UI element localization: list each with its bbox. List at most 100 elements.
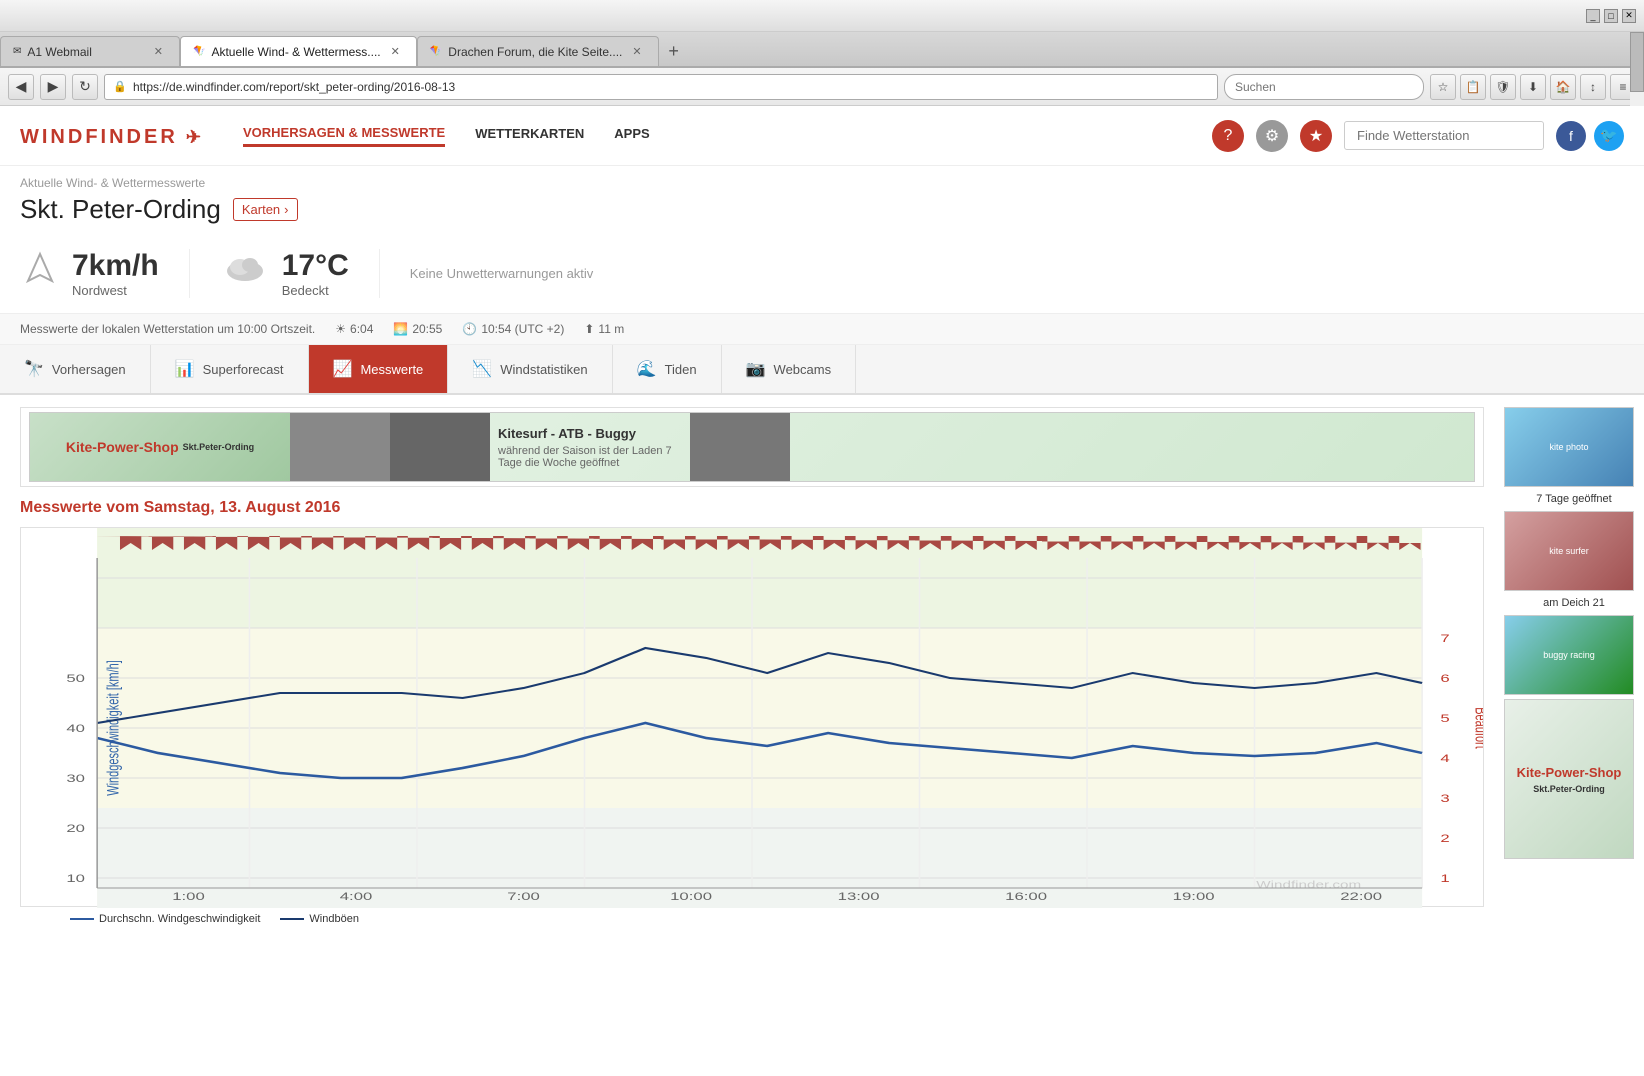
svg-text:10:00: 10:00 — [670, 891, 712, 903]
chart-legend: Durchschn. Windgeschwindigkeit Windböen — [20, 907, 1484, 925]
tab-tiden-label: Tiden — [665, 362, 697, 377]
weather-main: 7km/h Nordwest 17°C Bedeckt — [0, 233, 1644, 314]
tab-superforecast[interactable]: 📊 Superforecast — [151, 345, 309, 393]
sidebar-ad-4: Kite-Power-Shop Skt.Peter-Ording — [1504, 699, 1634, 859]
ad-sub: während der Saison ist der Laden 7 Tage … — [498, 445, 682, 469]
chart-title: Messwerte vom Samstag, 13. August 2016 — [20, 499, 1484, 517]
svg-text:Windgeschwindigkeit [km/h]: Windgeschwindigkeit [km/h] — [104, 660, 123, 796]
svg-text:50: 50 — [66, 673, 85, 685]
page-title: Skt. Peter-Ording — [20, 194, 221, 225]
legend-gusts-line — [280, 918, 304, 920]
svg-text:19:00: 19:00 — [1173, 891, 1215, 903]
scrollbar-thumb[interactable] — [1630, 32, 1644, 92]
tab-webcams-label: Webcams — [774, 362, 832, 377]
nav-vorhersagen[interactable]: VORHERSAGEN & MESSWERTE — [243, 125, 445, 147]
tab-windstatistiken[interactable]: 📉 Windstatistiken — [448, 345, 612, 393]
temperature: 17°C — [282, 249, 349, 283]
tab-favicon-3: 🪁 — [430, 46, 442, 57]
ad-shop-logo: Kite-Power-Shop — [66, 439, 179, 455]
svg-text:16:00: 16:00 — [1005, 891, 1047, 903]
tab-close-1[interactable]: ✕ — [150, 43, 167, 60]
close-btn[interactable]: ✕ — [1622, 9, 1636, 23]
sidebar-caption-2: am Deich 21 — [1504, 595, 1644, 611]
svg-text:1:00: 1:00 — [172, 891, 205, 903]
sidebar-ad-3: buggy racing — [1504, 615, 1634, 695]
tab-bar: ✉ A1 Webmail ✕ 🪁 Aktuelle Wind- & Wetter… — [0, 32, 1644, 68]
main-content: Kite-Power-Shop Skt.Peter-Ording Kitesur… — [0, 395, 1644, 945]
svg-text:40: 40 — [66, 723, 85, 735]
star-btn[interactable]: ☆ — [1430, 74, 1456, 100]
back-btn[interactable]: ◀ — [8, 74, 34, 100]
legend-avg: Durchschn. Windgeschwindigkeit — [70, 913, 260, 925]
ad-title: Kitesurf - ATB - Buggy — [498, 426, 682, 441]
tab-close-3[interactable]: ✕ — [628, 43, 645, 60]
favorites-btn[interactable]: ★ — [1300, 120, 1332, 152]
minimize-btn[interactable]: _ — [1586, 9, 1600, 23]
maximize-btn[interactable]: □ — [1604, 9, 1618, 23]
legend-avg-label: Durchschn. Windgeschwindigkeit — [99, 913, 260, 925]
tab-superforecast-label: Superforecast — [203, 362, 284, 377]
main-nav: VORHERSAGEN & MESSWERTE WETTERKARTEN APP… — [243, 125, 650, 147]
browser-tab-3[interactable]: 🪁 Drachen Forum, die Kite Seite.... ✕ — [417, 36, 659, 66]
address-bar[interactable]: 🔒 https://de.windfinder.com/report/skt_p… — [104, 74, 1218, 100]
tab-close-2[interactable]: ✕ — [387, 43, 404, 60]
sunrise-item: ☀ 6:04 — [335, 322, 373, 336]
refresh-btn[interactable]: ↻ — [72, 74, 98, 100]
bookmark-btn[interactable]: 📋 — [1460, 74, 1486, 100]
tab-tiden[interactable]: 🌊 Tiden — [613, 345, 722, 393]
tab-messwerte[interactable]: 📈 Messwerte — [309, 345, 449, 393]
svg-text:1: 1 — [1440, 873, 1449, 885]
condition: Bedeckt — [282, 283, 349, 298]
header-right: ? ⚙ ★ f 🐦 — [1212, 120, 1624, 152]
sunset-icon: 🌅 — [393, 322, 408, 336]
messwerte-icon: 📈 — [333, 359, 353, 379]
svg-text:7: 7 — [1440, 633, 1449, 645]
browser-tab-1[interactable]: ✉ A1 Webmail ✕ — [0, 36, 180, 66]
sunrise-time: 6:04 — [350, 322, 373, 336]
site-logo[interactable]: WINDFINDER ✈ — [20, 123, 203, 149]
tab-title-3: Drachen Forum, die Kite Seite.... — [448, 45, 622, 59]
home-btn[interactable]: 🏠 — [1550, 74, 1576, 100]
facebook-btn[interactable]: f — [1556, 121, 1586, 151]
nav-wetterkarten[interactable]: WETTERKARTEN — [475, 126, 584, 145]
help-btn[interactable]: ? — [1212, 120, 1244, 152]
forward-btn[interactable]: ▶ — [40, 74, 66, 100]
maps-link[interactable]: Karten › — [233, 198, 298, 221]
sunset-item: 🌅 20:55 — [393, 322, 442, 336]
browser-search-input[interactable] — [1224, 74, 1424, 100]
browser-tab-2[interactable]: 🪁 Aktuelle Wind- & Wettermess.... ✕ — [180, 36, 417, 66]
altitude-value: 11 m — [598, 322, 624, 336]
svg-text:22:00: 22:00 — [1340, 891, 1382, 903]
station-info-text: Messwerte der lokalen Wetterstation um 1… — [20, 322, 315, 336]
sunrise-icon: ☀ — [335, 322, 346, 336]
shield-btn[interactable]: 🛡 — [1490, 74, 1516, 100]
sunset-time: 20:55 — [412, 322, 442, 336]
twitter-btn[interactable]: 🐦 — [1594, 121, 1624, 151]
tab-windstatistiken-label: Windstatistiken — [500, 362, 587, 377]
legend-gusts: Windböen — [280, 913, 359, 925]
nav-bar: ◀ ▶ ↻ 🔒 https://de.windfinder.com/report… — [0, 68, 1644, 106]
new-tab-btn[interactable]: + — [659, 36, 689, 66]
sidebar-content: kite photo 7 Tage geöffnet kite surfer a… — [1504, 407, 1644, 859]
svg-text:Windfinder.com: Windfinder.com — [1256, 879, 1361, 891]
download-btn[interactable]: ⬇ — [1520, 74, 1546, 100]
settings-btn[interactable]: ⚙ — [1256, 120, 1288, 152]
browser-frame: _ □ ✕ ✉ A1 Webmail ✕ 🪁 Aktuelle Wind- & … — [0, 0, 1644, 1076]
page-content: WINDFINDER ✈ VORHERSAGEN & MESSWERTE WET… — [0, 106, 1644, 1076]
wind-direction: Nordwest — [72, 283, 159, 298]
sidebar: kite photo 7 Tage geöffnet kite surfer a… — [1504, 395, 1644, 945]
clock-item: 🕙 10:54 (UTC +2) — [462, 322, 564, 336]
wind-section: 7km/h Nordwest — [20, 249, 190, 298]
tab-vorhersagen[interactable]: 🔭 Vorhersagen — [0, 345, 151, 393]
logo-plane: ✈ — [186, 127, 203, 147]
tab-webcams[interactable]: 📷 Webcams — [722, 345, 856, 393]
svg-text:13:00: 13:00 — [838, 891, 880, 903]
social-icons: f 🐦 — [1556, 121, 1624, 151]
svg-text:Beaufort: Beaufort — [1471, 707, 1483, 749]
nav-apps[interactable]: APPS — [614, 126, 649, 145]
svg-text:7:00: 7:00 — [507, 891, 540, 903]
sync-btn[interactable]: ↕ — [1580, 74, 1606, 100]
station-search[interactable] — [1344, 121, 1544, 150]
title-bar: _ □ ✕ — [0, 0, 1644, 32]
logo-nav: WINDFINDER ✈ VORHERSAGEN & MESSWERTE WET… — [20, 123, 650, 149]
